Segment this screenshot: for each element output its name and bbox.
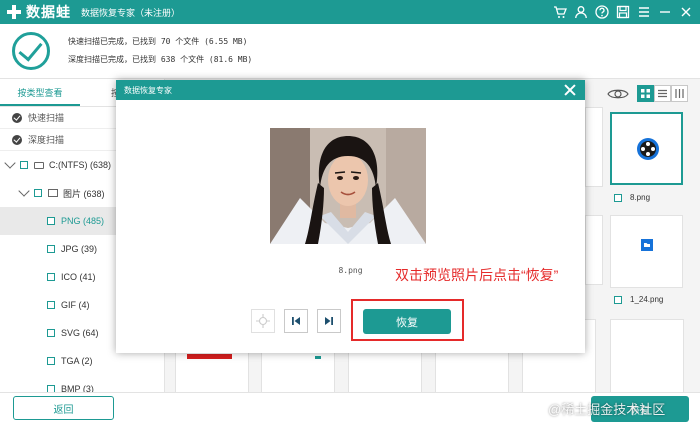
quick-scan-label: 快速扫描 — [28, 113, 65, 123]
plus-logo-icon — [6, 4, 22, 20]
drive-icon — [34, 161, 44, 169]
filetype-label: TGA (2) — [61, 356, 93, 366]
dialog-close-icon[interactable] — [563, 83, 577, 97]
crosshair-button[interactable] — [251, 309, 275, 333]
previous-icon — [292, 317, 300, 325]
watermark: @稀土掘金技术社区 — [548, 402, 666, 417]
file-tile-1-24png[interactable] — [610, 215, 683, 288]
app-logo: 数据蛙 — [6, 2, 71, 22]
deep-scan-status: 深度扫描已完成，已找到 638 个文件 (81.6 MB) — [68, 55, 253, 64]
crosshair-icon — [256, 314, 270, 328]
minimize-icon[interactable] — [654, 3, 675, 21]
deep-scan-label: 深度扫描 — [28, 135, 65, 145]
app-name: 数据蛙 — [26, 4, 71, 20]
checked-icon — [12, 134, 22, 145]
filetype-label: ICO (41) — [61, 272, 96, 282]
close-icon[interactable] — [675, 3, 696, 21]
thumbnail-mark — [315, 356, 321, 359]
filetype-checkbox[interactable] — [47, 385, 55, 392]
save-icon[interactable] — [612, 3, 633, 21]
folder-icon — [641, 239, 653, 251]
next-button[interactable] — [317, 309, 341, 333]
dialog-title-bar: 数据恢复专家 — [116, 80, 585, 100]
user-icon[interactable] — [570, 3, 591, 21]
image-folder-icon — [48, 189, 58, 197]
chevron-down-icon[interactable] — [4, 157, 16, 169]
thumbnail-red-strip — [187, 354, 232, 359]
grid-icon — [641, 89, 650, 98]
list-view-button[interactable] — [654, 85, 671, 102]
filetype-checkbox[interactable] — [47, 217, 55, 225]
filetype-label: JPG (39) — [61, 244, 98, 254]
columns-icon — [675, 89, 684, 98]
chevron-down-icon[interactable] — [18, 185, 30, 197]
filetype-label: PNG (485) — [61, 216, 105, 226]
menu-icon[interactable] — [633, 3, 654, 21]
prev-button[interactable] — [284, 309, 308, 333]
cart-icon[interactable] — [549, 3, 570, 21]
video-reel-icon — [637, 138, 659, 160]
drive-checkbox[interactable] — [20, 161, 28, 169]
grid-view-button[interactable] — [637, 85, 654, 102]
filetype-checkbox[interactable] — [47, 273, 55, 281]
filetype-label: GIF (4) — [61, 300, 90, 310]
filetype-label: BMP (3) — [61, 384, 94, 392]
next-icon — [325, 317, 333, 325]
filetype-checkbox[interactable] — [47, 245, 55, 253]
dialog-title: 数据恢复专家 — [124, 85, 172, 95]
file-tile[interactable] — [610, 319, 684, 393]
help-icon[interactable] — [591, 3, 612, 21]
list-icon — [658, 89, 667, 98]
preview-dialog: 数据恢复专家 8.png 双击预览照片后点击“恢复” 恢复 — [116, 80, 585, 353]
filetype-checkbox[interactable] — [47, 301, 55, 309]
quick-scan-status: 快速扫描已完成，已找到 70 个文件 (6.55 MB) — [68, 37, 248, 46]
back-button[interactable]: 返回 — [13, 396, 114, 420]
eye-icon[interactable] — [607, 87, 629, 101]
folder-checkbox[interactable] — [34, 189, 42, 197]
file-checkbox[interactable] — [614, 295, 622, 304]
file-tile[interactable] — [585, 107, 603, 187]
detail-view-button[interactable] — [671, 85, 688, 102]
filetype-label: SVG (64) — [61, 328, 99, 338]
tab-by-type[interactable]: 按类型查看 — [0, 79, 80, 106]
bottom-bar: 返回 恢复 @稀土掘金技术社区 — [0, 392, 700, 428]
file-label-1-24png: 1_24.png — [614, 295, 663, 304]
filetype-checkbox[interactable] — [47, 357, 55, 365]
scan-complete-check-icon — [12, 32, 50, 70]
folder-label: 图片 (638) — [63, 188, 105, 199]
title-bar: 数据蛙 数据恢复专家（未注册） — [0, 0, 700, 24]
checked-icon — [12, 112, 22, 123]
titlebar-icons — [549, 3, 696, 21]
tree-item-bmp[interactable]: BMP (3) — [0, 375, 164, 392]
app-subtitle: 数据恢复专家（未注册） — [81, 7, 181, 18]
preview-image — [270, 128, 426, 244]
drive-label: C:(NTFS) (638) — [49, 160, 112, 170]
portrait-photo — [270, 128, 426, 244]
view-toolbar — [607, 85, 688, 102]
file-checkbox[interactable] — [614, 193, 622, 202]
filetype-checkbox[interactable] — [47, 329, 55, 337]
file-tile[interactable] — [585, 215, 603, 285]
scan-status-header: 快速扫描已完成，已找到 70 个文件 (6.55 MB) 深度扫描已完成，已找到… — [0, 24, 700, 78]
instruction-annotation: 双击预览照片后点击“恢复” — [395, 267, 559, 283]
dialog-recover-button[interactable]: 恢复 — [363, 309, 451, 334]
file-label-8png: 8.png — [614, 193, 650, 202]
file-tile-8png[interactable] — [610, 112, 683, 185]
